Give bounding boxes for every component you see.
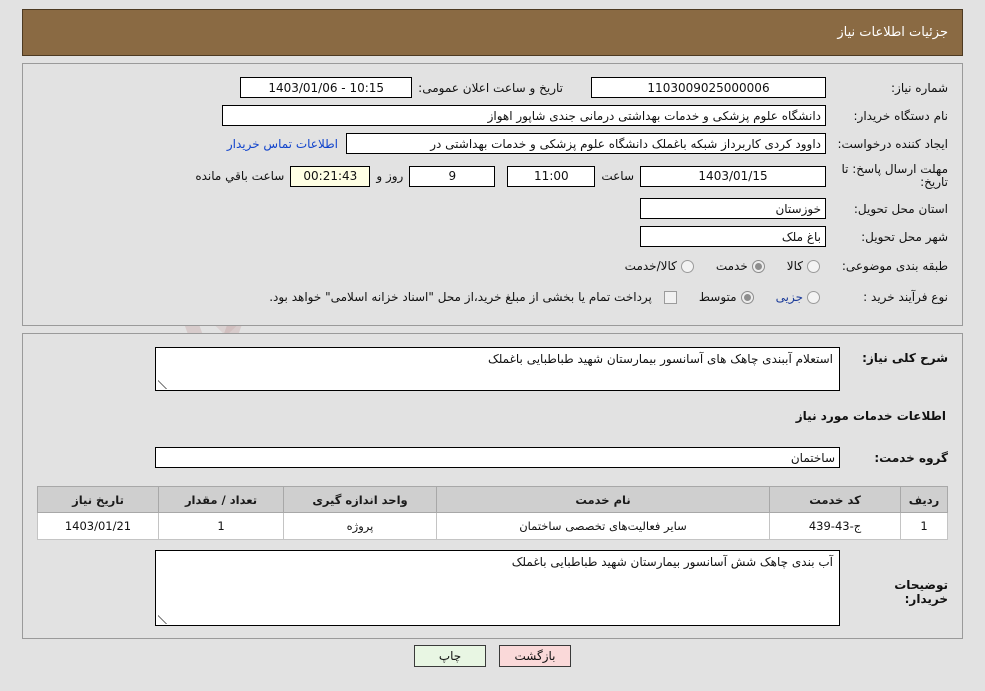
row-process-type: نوع فرآیند خرید : جزیی متوسط پرداخت تمام…	[37, 283, 948, 311]
cell-radif: 1	[900, 512, 948, 540]
radio-process-jozei[interactable]	[807, 290, 820, 304]
page-header: جزئیات اطلاعات نیاز	[22, 9, 963, 56]
services-section-title: اطلاعات خدمات مورد نیاز	[795, 409, 946, 423]
row-category: طبقه بندی موضوعی: کالا خدمت کالا/خدمت	[37, 252, 948, 280]
row-need-number: شماره نیاز: 1103009025000006 تاریخ و ساع…	[37, 75, 948, 100]
deadline-hour-value: 11:00	[507, 165, 596, 187]
need-summary-panel: شماره نیاز: 1103009025000006 تاریخ و ساع…	[22, 63, 963, 326]
creator-label: ایجاد کننده درخواست:	[837, 136, 948, 151]
radio-category-kala[interactable]	[807, 259, 820, 273]
summary-value[interactable]: استعلام آببندی چاهک های آسانسور بیمارستا…	[155, 347, 840, 391]
buyer-notes-label: توضیحات خریدار:	[894, 578, 948, 606]
radio-category-kala-khedmat-label: کالا/خدمت	[624, 259, 677, 273]
row-deadline: مهلت ارسال پاسخ: تا تاریخ: 1403/01/15 سا…	[37, 159, 948, 193]
action-button-bar: بازگشت چاپ	[0, 645, 985, 667]
cell-date: 1403/01/21	[37, 512, 159, 540]
table-row: 1 ج-43-439 سایر فعالیت‌های تخصصی ساختمان…	[37, 512, 948, 540]
deadline-label: مهلت ارسال پاسخ: تا تاریخ:	[841, 162, 948, 189]
deadline-date-value: 1403/01/15	[640, 165, 826, 187]
radio-category-khedmat[interactable]	[751, 259, 765, 273]
row-service-group: گروه خدمت: ساختمان	[37, 445, 948, 470]
province-value: خوزستان	[640, 198, 826, 219]
items-table-wrap: ردیف کد خدمت نام خدمت واحد اندازه گیری ت…	[37, 486, 948, 540]
col-unit: واحد اندازه گیری	[283, 486, 437, 513]
radio-category-kala-khedmat[interactable]	[680, 259, 694, 273]
city-label: شهر محل تحویل:	[861, 229, 948, 244]
row-summary: شرح کلی نیاز: استعلام آببندی چاهک های آس…	[37, 347, 948, 391]
cell-code: ج-43-439	[769, 512, 901, 540]
radio-process-motavaset-label: متوسط	[698, 290, 737, 304]
need-details-panel: شرح کلی نیاز: استعلام آببندی چاهک های آس…	[22, 333, 963, 639]
treasury-checkbox-label: پرداخت تمام یا بخشی از مبلغ خرید،از محل …	[269, 290, 652, 304]
col-code: کد خدمت	[769, 486, 901, 513]
radio-process-jozei-label: جزیی	[775, 290, 803, 304]
row-city: شهر محل تحویل: باغ ملک	[37, 224, 948, 249]
buyer-org-value: دانشگاه علوم پزشکی و خدمات بهداشتی درمان…	[222, 105, 826, 126]
back-button[interactable]: بازگشت	[499, 645, 571, 667]
items-table: ردیف کد خدمت نام خدمت واحد اندازه گیری ت…	[37, 486, 948, 540]
buyer-org-label: نام دستگاه خریدار:	[853, 108, 949, 123]
row-province: استان محل تحویل: خوزستان	[37, 196, 948, 221]
category-label: طبقه بندی موضوعی:	[841, 259, 948, 273]
summary-label: شرح کلی نیاز:	[862, 351, 948, 365]
print-button[interactable]: چاپ	[414, 645, 486, 667]
col-date: تاریخ نیاز	[37, 486, 159, 513]
cell-unit: پروژه	[283, 512, 437, 540]
radio-category-khedmat-label: خدمت	[715, 259, 748, 273]
need-number-label: شماره نیاز:	[891, 80, 948, 95]
service-group-value: ساختمان	[155, 447, 840, 468]
announce-value: 10:15 - 1403/01/06	[240, 77, 413, 98]
province-label: استان محل تحویل:	[853, 201, 948, 216]
process-label: نوع فرآیند خرید :	[863, 290, 948, 304]
buyer-contact-link[interactable]: اطلاعات تماس خریدار	[227, 137, 338, 151]
row-buyer-org: نام دستگاه خریدار: دانشگاه علوم پزشکی و …	[37, 103, 948, 128]
cell-name: سایر فعالیت‌های تخصصی ساختمان	[436, 512, 770, 540]
process-radio-group: جزیی متوسط	[683, 290, 826, 304]
service-group-label: گروه خدمت:	[840, 451, 948, 465]
remaining-days-value: 9	[409, 165, 496, 187]
row-buyer-notes: توضیحات خریدار: آب بندی چاهک شش آسانسور …	[37, 550, 948, 626]
city-value: باغ ملک	[640, 226, 826, 247]
items-table-header-row: ردیف کد خدمت نام خدمت واحد اندازه گیری ت…	[37, 486, 948, 513]
row-creator: ایجاد کننده درخواست: داوود کردی کاربرداز…	[37, 131, 948, 156]
radio-process-motavaset[interactable]	[740, 290, 754, 304]
category-radio-group: کالا خدمت کالا/خدمت	[609, 259, 826, 273]
deadline-hour-label: ساعت	[601, 169, 634, 183]
countdown-timer: 00:21:43	[290, 165, 371, 187]
need-number-value: 1103009025000006	[591, 77, 826, 98]
col-quantity: تعداد / مقدار	[158, 486, 284, 513]
page-title: جزئیات اطلاعات نیاز	[837, 25, 948, 40]
service-group-label-text: گروه خدمت:	[874, 450, 948, 465]
remaining-days-suffix: روز و	[376, 169, 404, 183]
col-name: نام خدمت	[436, 486, 770, 513]
creator-value: داوود کردی کاربرداز شبکه باغملک دانشگاه …	[346, 133, 826, 154]
announce-label: تاریخ و ساعت اعلان عمومی:	[418, 80, 563, 95]
col-radif: ردیف	[900, 486, 948, 513]
buyer-notes-value[interactable]: آب بندی چاهک شش آسانسور بیمارستان شهید ط…	[155, 550, 840, 626]
radio-category-kala-label: کالا	[786, 259, 803, 273]
cell-quantity: 1	[158, 512, 284, 540]
countdown-suffix: ساعت باقي مانده	[195, 169, 285, 183]
treasury-checkbox[interactable]	[663, 290, 677, 304]
